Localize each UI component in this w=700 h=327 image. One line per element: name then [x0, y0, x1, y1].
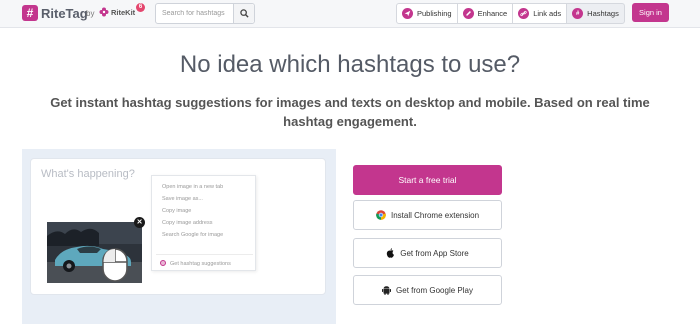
mouse-icon: [102, 248, 128, 282]
button-label: Install Chrome extension: [390, 210, 480, 220]
page-title: No idea which hashtags to use?: [179, 51, 521, 78]
compose-placeholder: What's happening?: [41, 168, 135, 180]
by-label: by: [86, 9, 95, 18]
context-menu-item: Copy image address: [162, 220, 213, 226]
nav-label: Hashtags: [587, 9, 619, 18]
context-menu: Open image in a new tab Save image as...…: [151, 175, 256, 271]
close-icon[interactable]: ✕: [134, 217, 145, 228]
sign-in-button[interactable]: Sign in: [632, 3, 669, 22]
paper-plane-icon: [402, 8, 413, 19]
ritekit-flower-icon: [99, 7, 109, 17]
context-menu-item: Open image in a new tab: [162, 184, 224, 190]
ritekit-text: RiteKit: [111, 7, 136, 17]
google-play-button[interactable]: Get from Google Play: [353, 275, 502, 305]
context-menu-item: Copy image: [162, 208, 192, 214]
install-chrome-extension-button[interactable]: Install Chrome extension: [353, 200, 502, 230]
nav-link-ads[interactable]: Link ads: [512, 3, 568, 24]
context-menu-item: Search Google for image: [162, 232, 224, 238]
logo-text: RiteTag: [41, 5, 88, 21]
top-nav-bar: # RiteTag by RiteKit 6 Search for hashta…: [0, 0, 700, 28]
button-label: Get from Google Play: [396, 285, 473, 295]
start-free-trial-button[interactable]: Start a free trial: [353, 165, 502, 195]
hashtag-logo-icon: #: [22, 5, 38, 21]
nav-label: Link ads: [533, 9, 562, 18]
search-button[interactable]: [233, 4, 254, 23]
android-icon: [382, 285, 392, 295]
notification-badge[interactable]: 6: [136, 3, 145, 12]
pencil-icon: [462, 8, 474, 19]
button-label: Get from App Store: [400, 248, 469, 258]
context-menu-divider: [156, 254, 253, 255]
nav-publishing[interactable]: Publishing: [396, 3, 458, 24]
nav-label: Enhance: [477, 9, 508, 18]
app-store-button[interactable]: Get from App Store: [353, 238, 502, 268]
page-subtitle: Get instant hashtag suggestions for imag…: [50, 95, 650, 129]
hashtag-search: [155, 3, 255, 24]
nav-enhance[interactable]: Enhance: [456, 3, 514, 24]
context-menu-hashtag-item: Get hashtag suggestions: [170, 261, 231, 267]
nav-hashtags[interactable]: # Hashtags: [566, 3, 625, 24]
search-input[interactable]: [156, 4, 233, 23]
link-icon: [518, 8, 530, 19]
chrome-icon: [376, 210, 386, 220]
ritetag-logo[interactable]: # RiteTag: [22, 5, 88, 21]
search-icon: [239, 9, 249, 18]
context-menu-item: Save image as...: [162, 196, 203, 202]
demo-panel: What's happening? Open image in a new ta…: [22, 149, 336, 324]
ritekit-logo[interactable]: RiteKit: [99, 7, 135, 17]
hashtag-icon: #: [572, 8, 584, 19]
ritetag-hashtag-icon: [160, 260, 166, 266]
nav-label: Publishing: [417, 9, 452, 18]
apple-icon: [386, 248, 395, 258]
main-nav: Publishing Enhance Link ads # Hashtags: [396, 3, 625, 24]
compose-box: What's happening? Open image in a new ta…: [30, 158, 326, 295]
